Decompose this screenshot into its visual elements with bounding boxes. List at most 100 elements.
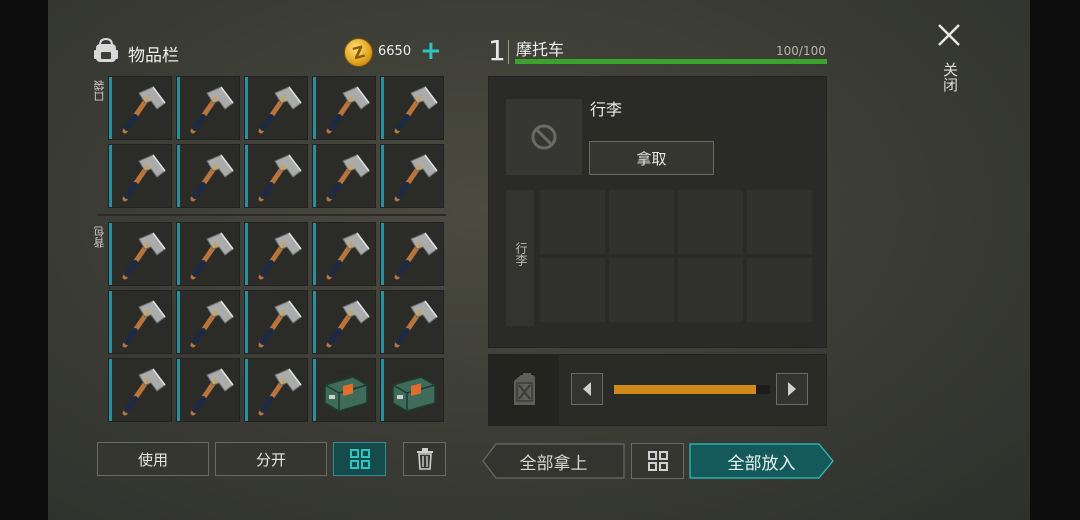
fuel-slot[interactable]	[489, 355, 559, 425]
fuel-canister-icon	[514, 373, 535, 405]
inventory-slot[interactable]	[176, 222, 240, 286]
put-all-button[interactable]: 全部放入	[689, 443, 834, 479]
slot-durability-bar	[109, 291, 112, 353]
vehicle-sort-button[interactable]	[631, 443, 684, 479]
use-button[interactable]: 使用	[97, 442, 209, 476]
inventory-slot[interactable]	[244, 290, 308, 354]
luggage-grid	[540, 190, 812, 322]
grid-icon	[349, 449, 370, 469]
inventory-slot[interactable]	[244, 144, 308, 208]
luggage-cell[interactable]	[609, 190, 674, 254]
close-button[interactable]	[934, 20, 964, 50]
inventory-slot[interactable]	[108, 222, 172, 286]
luggage-cell[interactable]	[747, 258, 812, 322]
luggage-cell[interactable]	[747, 190, 812, 254]
vehicle-slot-number: 1	[488, 34, 506, 67]
pocket-grid	[108, 76, 444, 208]
inventory-slot[interactable]	[108, 76, 172, 140]
arrow-right-icon	[788, 382, 796, 396]
currency-display: 6650 +	[344, 36, 448, 68]
backpack-grid	[108, 222, 444, 422]
luggage-cell[interactable]	[678, 258, 743, 322]
slot-durability-bar	[177, 145, 180, 207]
luggage-cell[interactable]	[678, 190, 743, 254]
slot-durability-bar	[381, 223, 384, 285]
luggage-side-label: 行李	[514, 242, 528, 266]
inventory-slot[interactable]	[312, 144, 376, 208]
inventory-slot[interactable]	[312, 290, 376, 354]
slot-durability-bar	[381, 145, 384, 207]
inventory-header: 物品栏	[92, 37, 179, 68]
inventory-slot[interactable]	[108, 290, 172, 354]
inventory-slot[interactable]	[380, 222, 444, 286]
slot-durability-bar	[313, 359, 316, 421]
inventory-slot[interactable]	[176, 76, 240, 140]
trash-icon	[416, 448, 433, 470]
inventory-slot[interactable]	[312, 358, 376, 422]
slot-durability-bar	[313, 223, 316, 285]
inventory-title: 物品栏	[128, 45, 179, 66]
slot-durability-bar	[109, 223, 112, 285]
take-all-label: 全部拿上	[519, 453, 588, 474]
take-button[interactable]: 拿取	[589, 141, 714, 175]
inventory-slot[interactable]	[176, 358, 240, 422]
inventory-slot[interactable]	[176, 290, 240, 354]
slot-durability-bar	[109, 359, 112, 421]
inventory-slot[interactable]	[380, 358, 444, 422]
gold-coin-icon	[344, 38, 373, 67]
luggage-slot[interactable]	[506, 99, 582, 175]
slot-durability-bar	[109, 77, 112, 139]
slot-durability-bar	[245, 223, 248, 285]
grid-icon	[647, 451, 668, 471]
no-item-icon	[531, 124, 557, 150]
inventory-slot[interactable]	[380, 144, 444, 208]
inventory-slot[interactable]	[176, 144, 240, 208]
backpack-label: 背包	[93, 226, 106, 248]
inventory-slot[interactable]	[380, 290, 444, 354]
slot-durability-bar	[245, 145, 248, 207]
luggage-label-column: 行李	[506, 190, 534, 326]
slot-durability-bar	[313, 291, 316, 353]
inventory-slot[interactable]	[244, 222, 308, 286]
vehicle-capacity: 100/100	[776, 44, 826, 58]
arrow-left-icon	[583, 382, 591, 396]
luggage-cell[interactable]	[540, 190, 605, 254]
put-all-label: 全部放入	[727, 453, 796, 474]
sort-grid-button[interactable]	[333, 442, 386, 476]
slot-durability-bar	[177, 359, 180, 421]
vehicle-separator	[508, 40, 509, 64]
slot-durability-bar	[245, 359, 248, 421]
close-icon	[938, 24, 960, 46]
luggage-title: 行李	[590, 100, 623, 119]
slot-durability-bar	[381, 359, 384, 421]
slot-durability-bar	[245, 291, 248, 353]
inventory-slot[interactable]	[244, 358, 308, 422]
plus-icon[interactable]: +	[420, 36, 442, 66]
luggage-grid-area: 行李	[506, 190, 812, 326]
inventory-slot[interactable]	[108, 358, 172, 422]
slot-durability-bar	[109, 145, 112, 207]
slot-durability-bar	[177, 223, 180, 285]
vehicle-name: 摩托车	[516, 40, 565, 59]
close-label[interactable]: 关闭	[940, 62, 961, 92]
slot-durability-bar	[177, 77, 180, 139]
vehicle-capacity-bar	[515, 59, 827, 64]
inventory-slot[interactable]	[244, 76, 308, 140]
inventory-slot[interactable]	[312, 76, 376, 140]
fuel-increase-button[interactable]	[776, 373, 808, 405]
inventory-slot[interactable]	[380, 76, 444, 140]
fuel-decrease-button[interactable]	[571, 373, 603, 405]
inventory-slot[interactable]	[108, 144, 172, 208]
section-divider	[98, 214, 446, 216]
delete-button[interactable]	[403, 442, 446, 476]
slot-durability-bar	[381, 77, 384, 139]
slot-durability-bar	[381, 291, 384, 353]
split-button[interactable]: 分开	[215, 442, 327, 476]
fuel-level-bar[interactable]	[614, 385, 756, 394]
slot-durability-bar	[313, 145, 316, 207]
luggage-cell[interactable]	[609, 258, 674, 322]
slot-durability-bar	[245, 77, 248, 139]
luggage-cell[interactable]	[540, 258, 605, 322]
take-all-button[interactable]: 全部拿上	[482, 443, 625, 479]
inventory-slot[interactable]	[312, 222, 376, 286]
